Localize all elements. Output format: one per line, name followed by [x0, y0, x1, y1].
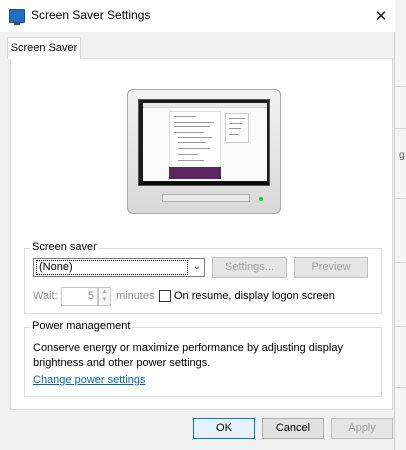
change-power-settings-link[interactable]: Change power settings [33, 374, 146, 386]
screen-saver-settings-dialog: Screen Saver Settings ✕ Screen Saver Scr… [0, 0, 395, 450]
background-divider [394, 262, 406, 263]
background-divider [394, 198, 406, 199]
background-divider [394, 387, 406, 388]
minutes-label: minutes [116, 290, 155, 302]
preview-screen [138, 99, 270, 186]
apply-button[interactable]: Apply [331, 418, 393, 439]
monitor-icon [9, 9, 25, 25]
preview-line [178, 160, 204, 161]
preview-line [174, 122, 214, 123]
preview-line [174, 132, 204, 133]
resume-logon-checkbox[interactable] [159, 290, 171, 302]
preview-line [178, 137, 212, 138]
wait-minutes-input[interactable]: 5 [61, 287, 98, 306]
preview-taskbar [139, 182, 269, 185]
window-title: Screen Saver Settings [31, 8, 151, 22]
preview-toolbar [143, 103, 267, 108]
wait-spinner[interactable]: ▲ ▼ [98, 287, 111, 306]
spin-up-icon[interactable]: ▲ [99, 288, 110, 296]
close-button[interactable]: ✕ [367, 0, 395, 32]
power-management-group-label: Power management [30, 320, 133, 332]
power-led-icon [259, 197, 263, 201]
ok-button[interactable]: OK [193, 418, 255, 439]
background-divider [394, 86, 406, 87]
power-description: Conserve energy or maximize performance … [33, 342, 343, 369]
resume-logon-label[interactable]: On resume, display logon screen [174, 290, 335, 302]
preview-side-panel [225, 113, 249, 143]
chevron-down-icon: ⌄ [192, 261, 201, 272]
preview-line [178, 148, 210, 149]
monitor-stand-slot [162, 194, 250, 202]
preview-line [174, 116, 196, 117]
background-divider [394, 326, 406, 327]
spin-down-icon[interactable]: ▼ [99, 296, 110, 304]
cancel-button[interactable]: Cancel [262, 418, 324, 439]
background-text-fragment: g [399, 150, 405, 161]
screen-saver-select-value: (None) [36, 260, 188, 275]
preview-line [229, 134, 239, 135]
preview-line [229, 123, 243, 124]
screen-saver-group-label: Screen saver [30, 241, 99, 253]
title-bar: Screen Saver Settings ✕ [0, 0, 395, 32]
settings-button[interactable]: Settings... [212, 257, 287, 278]
preview-line [174, 126, 210, 127]
monitor-preview [127, 89, 281, 214]
preview-line [229, 128, 241, 129]
preview-line [229, 118, 245, 119]
screen-saver-select[interactable]: (None) ⌄ [33, 258, 205, 277]
preview-banner [169, 167, 221, 179]
background-window-edge [394, 0, 406, 450]
tab-screen-saver[interactable]: Screen Saver [7, 37, 81, 59]
preview-line [178, 142, 206, 143]
preview-desktop [143, 103, 267, 181]
background-divider [394, 128, 406, 129]
preview-button[interactable]: Preview [294, 257, 368, 278]
wait-label: Wait: [33, 290, 58, 302]
preview-line [178, 154, 198, 155]
